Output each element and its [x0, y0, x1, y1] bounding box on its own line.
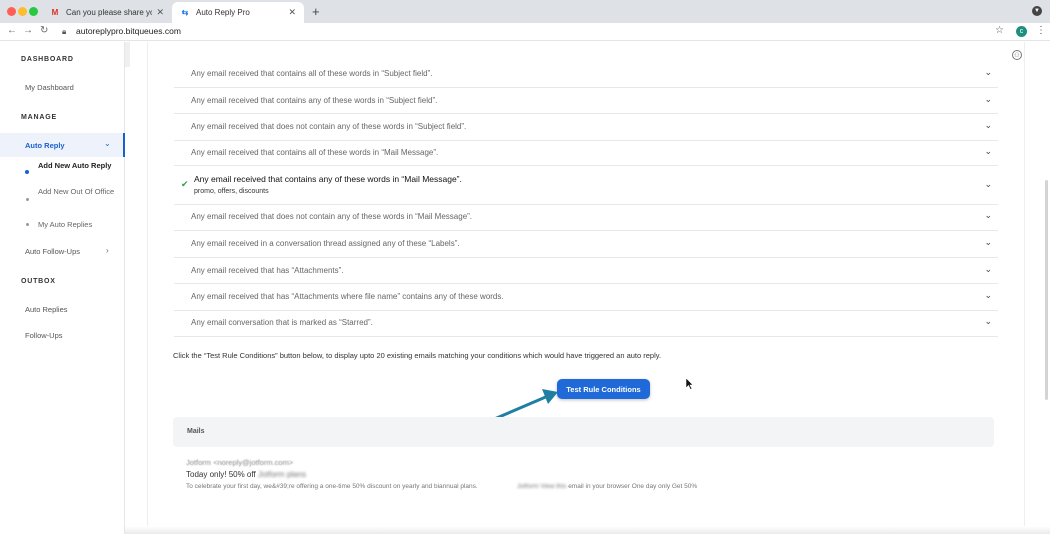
tab-title: Auto Reply Pro [196, 8, 250, 17]
rule-label: Any email received that does not contain… [191, 212, 473, 221]
chevron-right-icon: › [106, 246, 109, 255]
back-arrow-icon[interactable]: ← [7, 25, 17, 36]
new-tab-button[interactable]: + [312, 4, 320, 19]
scrollbar[interactable] [1045, 180, 1048, 400]
browser-menu-icon[interactable]: ⋮ [1036, 25, 1046, 36]
chevron-down-icon[interactable]: ⌄ [984, 179, 992, 190]
close-icon[interactable]: ✕ [288, 7, 296, 18]
autoreply-icon: ⇆ [181, 8, 189, 17]
minimize-window-icon[interactable] [18, 7, 27, 16]
reload-icon[interactable]: ↻ [40, 25, 48, 36]
browser-tab-gmail[interactable]: M Can you please share your me ✕ [42, 2, 172, 23]
rule-row[interactable]: Any email received that has “Attachments… [174, 258, 998, 284]
chevron-down-icon[interactable]: ⌄ [984, 94, 992, 105]
close-icon[interactable]: ✕ [156, 7, 164, 18]
rule-row[interactable]: Any email received that contains all of … [174, 141, 998, 166]
bookmark-star-icon[interactable]: ☆ [995, 25, 1004, 36]
sidebar-item-my-dashboard[interactable]: My Dashboard [25, 83, 74, 92]
rule-label: Any email received that contains all of … [191, 69, 433, 78]
chevron-down-icon[interactable]: ⌄ [984, 264, 992, 275]
rule-row[interactable]: Any email conversation that is marked as… [174, 311, 998, 337]
sidebar-subitem-add-new-auto-reply[interactable]: Add New Auto Reply [38, 160, 118, 172]
rule-row[interactable]: Any email received that contains all of … [174, 61, 998, 88]
tab-title: Can you please share your me [66, 8, 153, 17]
browser-tab-autoreply[interactable]: ⇆ Auto Reply Pro ✕ [172, 2, 304, 23]
rule-label: Any email received that has “Attachments… [191, 292, 504, 301]
maximize-window-icon[interactable] [29, 7, 38, 16]
bullet-icon [25, 170, 29, 174]
mail-sender: Jotform <noreply@jotform.com> [186, 458, 294, 467]
sidebar-item-auto-reply[interactable]: Auto Reply ⌄ [0, 133, 125, 157]
mail-preview: To celebrate your first day, we&#39;re o… [186, 483, 478, 490]
chevron-down-icon[interactable]: ⌄ [984, 146, 992, 157]
sidebar-heading-outbox: OUTBOX [21, 278, 56, 285]
mail-subject[interactable]: Today only! 50% off Jotform plans [186, 470, 306, 479]
bullet-icon [26, 223, 29, 226]
chevron-down-icon[interactable]: ⌄ [984, 237, 992, 248]
mail-preview-text: To celebrate your first day, we&#39;re o… [186, 483, 478, 490]
mail-preview-text: email in your browser One day only Get 5… [568, 483, 698, 490]
bottom-fade [125, 526, 1050, 534]
chevron-down-icon[interactable]: ⌄ [984, 120, 992, 131]
sidebar-heading-dashboard: DASHBOARD [21, 56, 74, 63]
page-shadow [125, 42, 130, 67]
checkmark-icon: ✔ [181, 179, 189, 189]
gmail-icon: M [51, 8, 59, 17]
chevron-down-icon[interactable]: ⌄ [984, 67, 992, 78]
lock-icon[interactable]: 🔒︎ [62, 27, 66, 37]
mail-preview-blurred: Jotform View this [517, 483, 567, 490]
forward-arrow-icon[interactable]: → [23, 25, 33, 36]
rule-row-selected[interactable]: ✔ Any email received that contains any o… [174, 166, 998, 205]
mails-header: Mails [173, 417, 994, 447]
sidebar-heading-manage: MANAGE [21, 114, 57, 121]
mails-heading: Mails [187, 428, 205, 435]
mouse-cursor-icon [686, 378, 694, 390]
test-rule-conditions-button[interactable]: Test Rule Conditions [557, 379, 650, 399]
rule-label: Any email received in a conversation thr… [191, 239, 460, 248]
sidebar: DASHBOARD My Dashboard MANAGE Auto Reply… [0, 42, 125, 534]
sidebar-item-label: Auto Reply [25, 141, 65, 150]
rule-row[interactable]: Any email received that does not contain… [174, 205, 998, 231]
sidebar-subitem-add-new-out-of-office[interactable]: Add New Out Of Office [38, 186, 118, 198]
address-bar[interactable]: autoreplypro.bitqueues.com [76, 26, 181, 36]
rule-label: Any email received that does not contain… [191, 122, 467, 131]
sidebar-item-auto-follow-ups[interactable]: Auto Follow-Ups [25, 247, 80, 256]
rule-row[interactable]: Any email received that does not contain… [174, 114, 998, 141]
rule-label: Any email conversation that is marked as… [191, 318, 373, 327]
chevron-down-icon[interactable]: ⌄ [984, 210, 992, 221]
chevron-down-icon: ⌄ [104, 139, 111, 148]
rule-row[interactable]: Any email received that contains any of … [174, 88, 998, 114]
mail-subject-blurred: Jotform plans [257, 470, 306, 479]
rule-label: Any email received that contains any of … [194, 174, 462, 184]
browser-toolbar: ← → ↻ 🔒︎ autoreplypro.bitqueues.com ☆ c … [0, 23, 1050, 41]
test-rule-hint: Click the “Test Rule Conditions” button … [173, 351, 662, 360]
user-circle-icon[interactable]: ⚇ [1012, 50, 1022, 60]
rule-row[interactable]: Any email received in a conversation thr… [174, 231, 998, 258]
sidebar-subitem-my-auto-replies[interactable]: My Auto Replies [38, 219, 118, 231]
rule-keywords: promo, offers, discounts [194, 188, 269, 195]
rule-label: Any email received that contains all of … [191, 148, 439, 157]
profile-avatar[interactable]: c [1016, 26, 1027, 37]
rule-label: Any email received that contains any of … [191, 96, 438, 105]
tab-search-icon[interactable]: ▼ [1032, 6, 1042, 16]
sidebar-item-auto-replies[interactable]: Auto Replies [25, 305, 68, 314]
chevron-down-icon[interactable]: ⌄ [984, 316, 992, 327]
mail-subject-text: Today only! 50% off [186, 470, 256, 479]
close-window-icon[interactable] [7, 7, 16, 16]
browser-tab-bar: M Can you please share your me ✕ ⇆ Auto … [0, 0, 1050, 23]
mail-preview-continued: Jotform View this email in your browser … [517, 483, 697, 490]
rule-label: Any email received that has “Attachments… [191, 266, 344, 275]
bullet-icon [26, 198, 29, 201]
rule-row[interactable]: Any email received that has “Attachments… [174, 284, 998, 311]
chevron-down-icon[interactable]: ⌄ [984, 290, 992, 301]
sidebar-item-follow-ups[interactable]: Follow-Ups [25, 331, 63, 340]
